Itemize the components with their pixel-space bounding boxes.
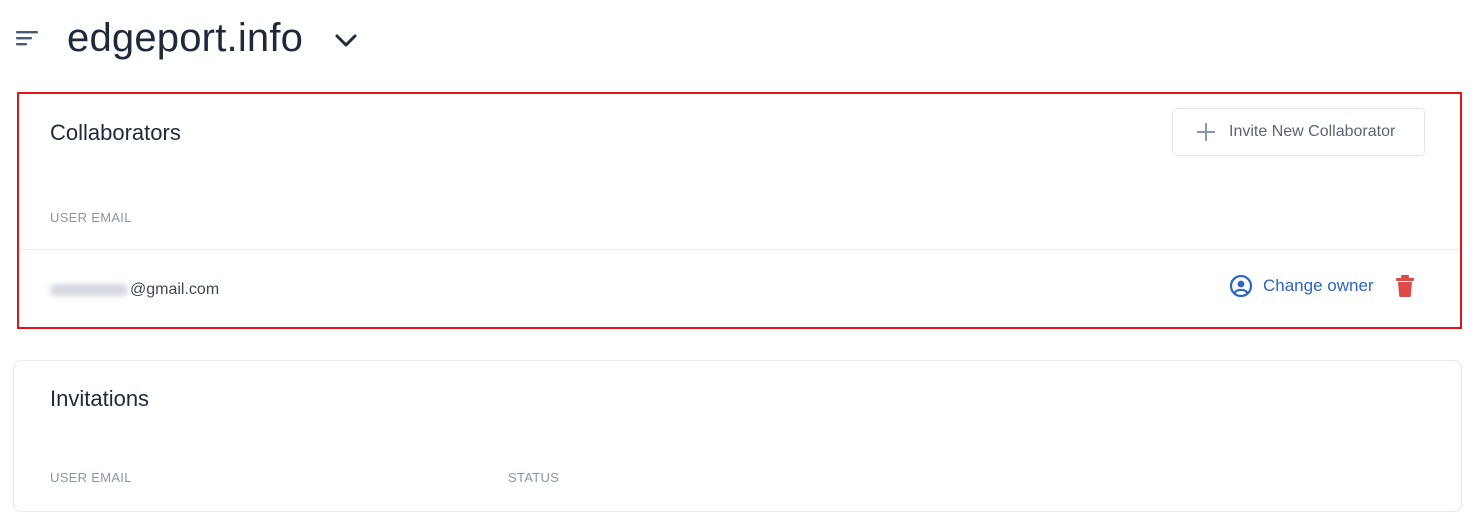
column-header-user-email: USER EMAIL [50,210,132,225]
table-row: @gmail.com [50,280,219,300]
redacted-email-prefix [50,284,128,296]
invite-new-collaborator-button[interactable]: Invite New Collaborator [1172,108,1425,156]
collaborators-title: Collaborators [50,120,181,145]
collaborators-card: Collaborators Invite New Collaborator US… [17,92,1462,329]
top-header: edgeport.info [0,0,1474,80]
change-owner-label: Change owner [1263,276,1374,295]
table-divider [19,249,1460,250]
user-circle-icon [1229,274,1253,298]
plus-icon [1197,123,1215,141]
invitations-title: Invitations [50,386,150,411]
chevron-down-icon[interactable] [333,30,359,50]
change-owner-button[interactable]: Change owner [1229,274,1374,298]
column-header-user-email: USER EMAIL [50,470,132,485]
site-title[interactable]: edgeport.info [67,14,303,62]
collaborator-email: @gmail.com [130,281,220,298]
column-header-status: STATUS [508,470,560,485]
trash-icon[interactable] [1395,275,1415,297]
invite-button-label: Invite New Collaborator [1229,123,1396,140]
menu-icon[interactable] [16,28,40,48]
invitations-card: Invitations USER EMAIL STATUS [13,360,1462,512]
